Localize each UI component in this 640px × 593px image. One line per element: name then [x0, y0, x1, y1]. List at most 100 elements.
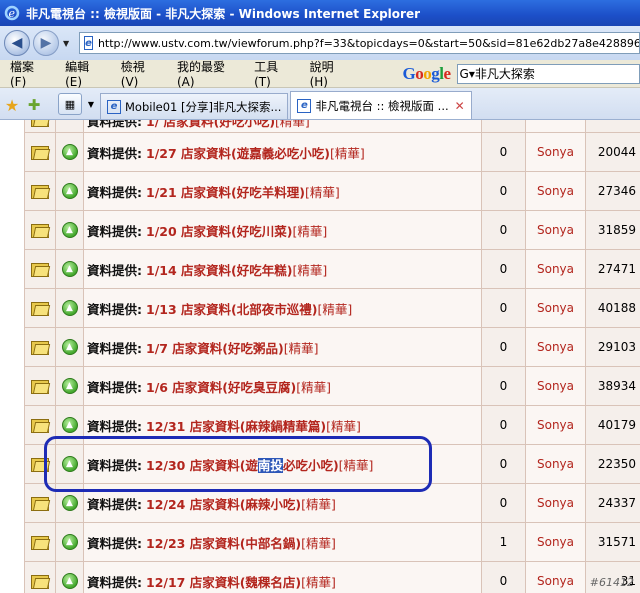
topic-link[interactable]: 1/6 店家資料(好吃臭豆腐)	[146, 377, 296, 396]
author-link[interactable]: Sonya	[526, 172, 586, 210]
views-count: 29103	[586, 328, 640, 366]
replies-count: 1	[482, 523, 526, 561]
replies-count: 0	[482, 133, 526, 171]
address-bar[interactable]: e http://www.ustv.com.tw/viewforum.php?f…	[79, 32, 640, 54]
menu-help[interactable]: 說明(H)	[300, 58, 357, 89]
tab-bar: ★ ✚ ▦ ▼ e Mobile01 [分享]非凡大探索... e 非凡電視台 …	[0, 88, 640, 120]
topic-label: 資料提供:	[87, 340, 142, 356]
folder-cell	[24, 250, 56, 288]
author-link[interactable]: Sonya	[526, 328, 586, 366]
topic-link[interactable]: 1/20 店家資料(好吃川菜)	[146, 221, 292, 240]
author-link[interactable]: Sonya	[526, 445, 586, 483]
page-icon: e	[107, 99, 121, 114]
folder-icon	[31, 222, 51, 238]
author-link[interactable]: Sonya	[526, 406, 586, 444]
menu-tools[interactable]: 工具(T)	[244, 58, 299, 89]
author-link[interactable]: Sonya	[526, 562, 586, 593]
folder-icon	[31, 120, 51, 127]
topic-link[interactable]: 1/21 店家資料(好吃羊料理)	[146, 182, 305, 201]
topic-link[interactable]: 12/17 店家資料(魏稞名店)	[146, 572, 301, 591]
internet-explorer-icon: e	[4, 5, 20, 21]
replies-count: 0	[482, 445, 526, 483]
tab-mobile01[interactable]: e Mobile01 [分享]非凡大探索...	[100, 93, 289, 119]
topic-link[interactable]: 1/14 店家資料(好吃年糕)	[146, 260, 292, 279]
tab-label: 非凡電視台 :: 檢視版面 ...	[315, 98, 449, 113]
jump-to-newest-icon[interactable]: ▲	[61, 495, 78, 511]
folder-icon	[31, 300, 51, 316]
replies-count: 0	[482, 328, 526, 366]
topic-link[interactable]: 12/23 店家資料(中部名鍋)	[146, 533, 301, 552]
history-dropdown-icon[interactable]: ▼	[63, 39, 69, 48]
folder-cell	[24, 133, 56, 171]
table-row: ▲ 資料提供: 1/20 店家資料(好吃川菜) [精華] 0 Sonya 318…	[24, 211, 640, 250]
author-link[interactable]: Sonya	[526, 523, 586, 561]
replies-count: 0	[482, 562, 526, 593]
close-tab-icon[interactable]: ✕	[455, 99, 465, 113]
google-toolbar-logo: Google	[402, 63, 452, 83]
topic-tag: [精華]	[317, 301, 353, 317]
menu-favorites[interactable]: 我的最愛(A)	[167, 58, 244, 89]
author-link[interactable]: Sonya	[526, 289, 586, 327]
replies-count: 0	[482, 250, 526, 288]
author-link[interactable]: Sonya	[526, 133, 586, 171]
jump-to-newest-icon[interactable]: ▲	[61, 300, 78, 316]
jump-to-newest-icon[interactable]: ▲	[61, 261, 78, 277]
grid-icon: ▦	[64, 97, 76, 111]
topic-tag: [精華]	[301, 574, 336, 590]
author-link[interactable]: Sonya	[526, 211, 586, 249]
back-button[interactable]: ◀	[4, 30, 30, 56]
folder-cell	[24, 562, 56, 593]
jump-to-newest-icon[interactable]: ▲	[61, 417, 78, 433]
add-favorites-icon[interactable]: ✚	[24, 91, 44, 119]
topic-link[interactable]: 12/24 店家資料(麻辣小吃)	[146, 494, 301, 513]
folder-icon	[31, 573, 51, 589]
address-url[interactable]: http://www.ustv.com.tw/viewforum.php?f=3…	[98, 37, 639, 50]
topic-label: 資料提供:	[87, 574, 142, 590]
topic-link[interactable]: 1/13 店家資料(北部夜市巡禮)	[146, 299, 317, 318]
jump-to-newest-icon[interactable]: ▲	[61, 222, 78, 238]
menu-file[interactable]: 檔案(F)	[0, 58, 55, 89]
topic-link[interactable]: 12/31 店家資料(麻辣鍋精華篇)	[146, 416, 326, 435]
menu-view[interactable]: 檢視(V)	[111, 58, 167, 89]
author-link[interactable]: Sonya	[526, 250, 586, 288]
table-row: ▲ 資料提供: 12/17 店家資料(魏稞名店) [精華] 0 Sonya 31	[24, 562, 640, 593]
google-search-box[interactable]: G▾非凡大探索	[456, 63, 640, 84]
page-icon: e	[84, 36, 93, 50]
jump-to-newest-icon[interactable]: ▲	[61, 534, 78, 550]
table-row: ▲ 資料提供: 1/7 店家資料(好吃粥品) [精華] 0 Sonya 2910…	[24, 328, 640, 367]
jump-to-newest-icon[interactable]: ▲	[61, 144, 78, 160]
table-row: ▲ 資料提供: 1/13 店家資料(北部夜市巡禮) [精華] 0 Sonya 4…	[24, 289, 640, 328]
tab-list-dropdown[interactable]: ▼	[84, 93, 98, 115]
jump-to-newest-icon[interactable]: ▲	[61, 378, 78, 394]
forum-topic-list: 資料提供: 1/ 店家資料(好吃小吃) [精華] ▲ 資料提供: 1/27 店家…	[0, 120, 640, 593]
topic-link[interactable]: 1/ 店家資料(好吃小吃)	[146, 120, 275, 130]
views-count: 31859	[586, 211, 640, 249]
jump-to-newest-icon[interactable]: ▲	[61, 339, 78, 355]
jump-to-newest-icon[interactable]: ▲	[61, 183, 78, 199]
table-row: ▲ 資料提供: 1/14 店家資料(好吃年糕) [精華] 0 Sonya 274…	[24, 250, 640, 289]
views-count: 40188	[586, 289, 640, 327]
table-row: ▲ 資料提供: 1/6 店家資料(好吃臭豆腐) [精華] 0 Sonya 389…	[24, 367, 640, 406]
topic-table: 資料提供: 1/ 店家資料(好吃小吃) [精華] ▲ 資料提供: 1/27 店家…	[24, 120, 640, 593]
topic-tag: [精華]	[292, 223, 328, 239]
topic-link[interactable]: 1/7 店家資料(好吃粥品)	[146, 338, 284, 357]
jump-to-newest-icon[interactable]: ▲	[61, 573, 78, 589]
tab-ustv-forum[interactable]: e 非凡電視台 :: 檢視版面 ... ✕	[290, 91, 472, 119]
folder-icon	[31, 144, 51, 160]
table-row: 資料提供: 1/ 店家資料(好吃小吃) [精華]	[24, 120, 640, 133]
folder-icon	[31, 534, 51, 550]
folder-cell	[24, 367, 56, 405]
forward-button[interactable]: ▶	[33, 30, 59, 56]
window-title: 非凡電視台 :: 檢視版面 - 非凡大探索 - Windows Internet…	[26, 6, 421, 21]
favorites-star-icon[interactable]: ★	[2, 91, 22, 119]
author-link[interactable]: Sonya	[526, 367, 586, 405]
views-count: 38934	[586, 367, 640, 405]
topic-link[interactable]: 1/27 店家資料(遊嘉義必吃小吃)	[146, 143, 330, 162]
quick-tabs-button[interactable]: ▦	[58, 93, 82, 115]
folder-cell	[24, 289, 56, 327]
google-search-text[interactable]: G▾非凡大探索	[460, 65, 535, 82]
views-count: 31571	[586, 523, 640, 561]
views-count: 27346	[586, 172, 640, 210]
author-link[interactable]: Sonya	[526, 484, 586, 522]
menu-edit[interactable]: 編輯(E)	[55, 58, 111, 89]
